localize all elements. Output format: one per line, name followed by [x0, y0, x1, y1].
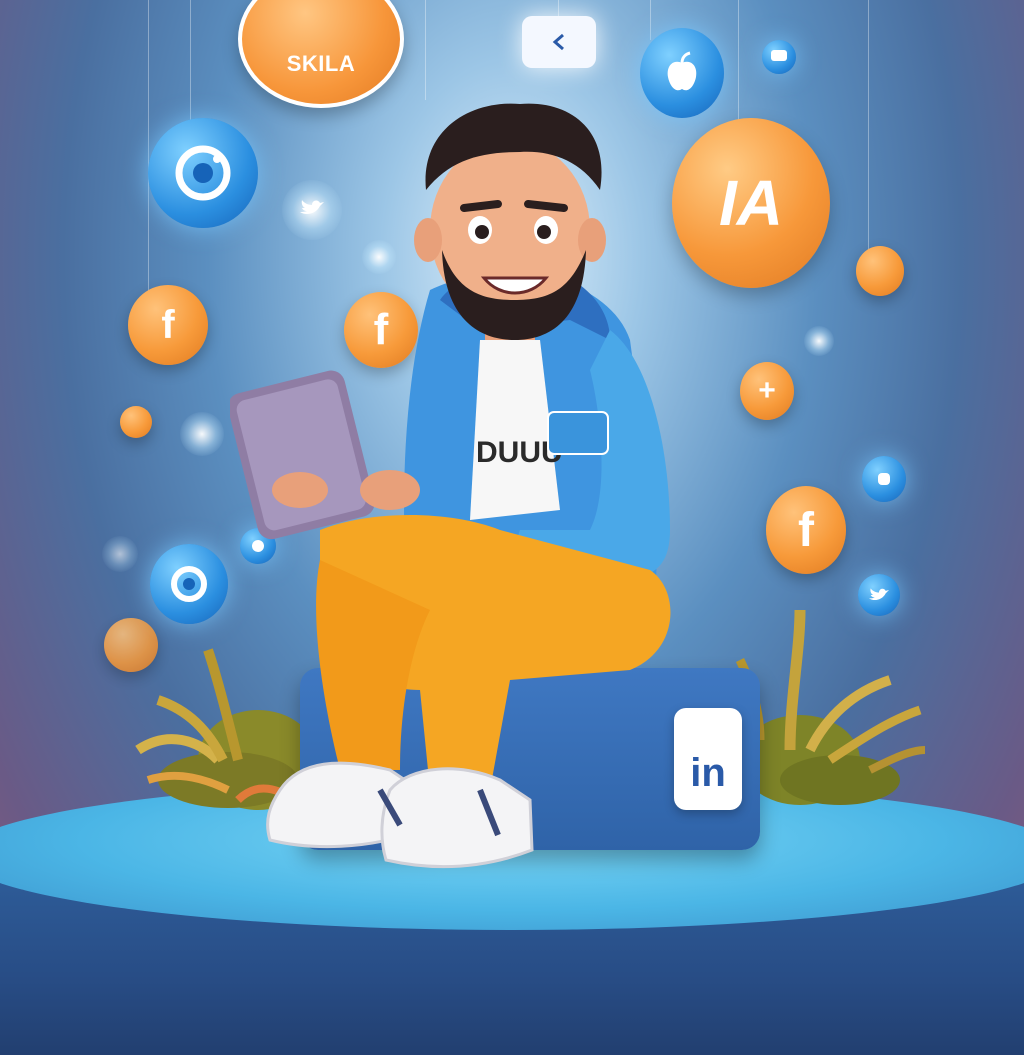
square-app-icon: [522, 16, 596, 68]
blue-icon-bubble: [862, 456, 906, 502]
orange-dot: [856, 246, 904, 296]
pupil-right: [537, 225, 551, 239]
brand-text: SKILA: [286, 51, 356, 76]
character: DUUU: [230, 103, 671, 869]
facebook-bubble-left: f: [128, 285, 208, 365]
chat-icon-bubble: [762, 40, 796, 74]
sparkle-glow: [102, 536, 138, 572]
at-sign-icon: [171, 566, 207, 602]
sparkle-glow: [804, 326, 834, 356]
scene: SKILA IA f f f + in DUUU: [0, 0, 1024, 1055]
facebook-letter: f: [798, 503, 814, 557]
hand-left: [272, 472, 328, 508]
hand-right: [360, 470, 420, 510]
ear-left: [414, 218, 442, 262]
hoodie-pocket: [547, 411, 609, 455]
eyebrow-right: [524, 200, 568, 212]
orange-dot: [120, 406, 152, 438]
hanging-string: [425, 0, 426, 100]
plus-sign: +: [758, 374, 776, 407]
arrow-icon: [552, 33, 564, 51]
plant-right: [735, 609, 926, 805]
hanging-string: [868, 0, 869, 250]
chat-bubble-icon: [878, 473, 890, 485]
at-sign-bubble: [150, 544, 228, 624]
camera-icon: [175, 145, 231, 201]
ear-right: [578, 218, 606, 262]
pupil-left: [475, 225, 489, 239]
ia-text: IA: [719, 167, 783, 239]
sneaker-right: [380, 767, 534, 869]
chat-bubble-icon: [771, 50, 787, 61]
facebook-bubble-right: f: [766, 486, 846, 574]
eyebrow-left: [460, 200, 502, 212]
facebook-letter: f: [161, 302, 175, 347]
sparkle-glow: [180, 412, 224, 456]
plus-bubble: +: [740, 362, 794, 420]
hanging-string: [650, 0, 651, 40]
apple-icon: [667, 51, 697, 91]
hanging-string: [738, 0, 739, 130]
